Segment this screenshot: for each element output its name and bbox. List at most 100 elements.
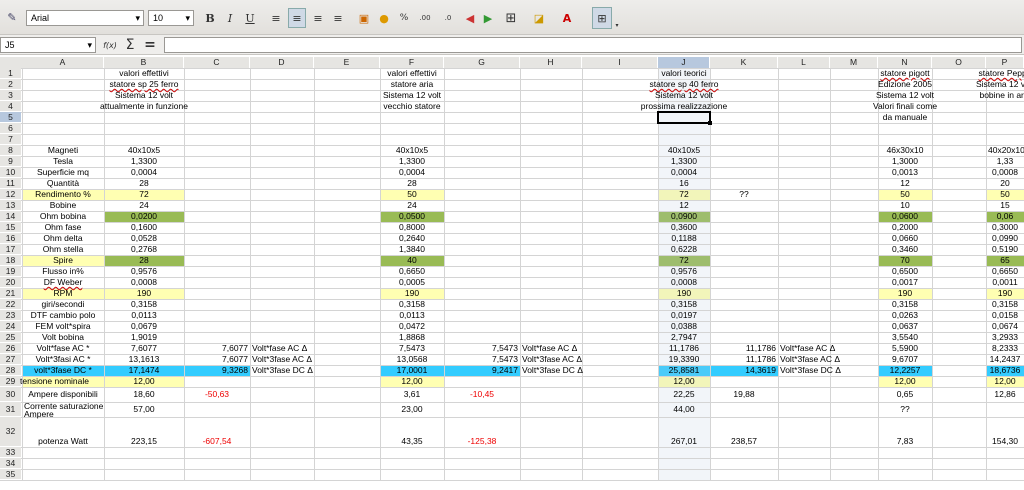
cell[interactable]: 14,2437 bbox=[986, 354, 1024, 365]
cell[interactable]: 0,3158 bbox=[104, 299, 184, 310]
cell[interactable]: 3,2933 bbox=[986, 332, 1024, 343]
styles-icon[interactable]: ✎ bbox=[4, 9, 20, 25]
cell[interactable]: 12,00 bbox=[658, 376, 710, 387]
cell[interactable]: 0,0008 bbox=[986, 167, 1024, 178]
cell[interactable]: 0,2640 bbox=[380, 233, 444, 244]
cell[interactable]: 72 bbox=[104, 189, 184, 200]
cell[interactable]: -125,38 bbox=[444, 436, 520, 447]
cell[interactable]: Volt*fase AC * bbox=[18, 343, 108, 354]
cell[interactable]: DTF cambio polo bbox=[18, 310, 108, 321]
cell[interactable]: potenza Watt bbox=[22, 436, 104, 447]
cell[interactable]: 46x30x10 bbox=[878, 145, 932, 156]
cell[interactable]: 9,2417 bbox=[444, 365, 520, 376]
cell[interactable]: 0,0990 bbox=[986, 233, 1024, 244]
cell[interactable]: 0,1600 bbox=[104, 222, 184, 233]
cell[interactable]: Sistema 12 volt bbox=[352, 90, 472, 101]
cell[interactable]: 0,0011 bbox=[986, 277, 1024, 288]
cell[interactable]: 28 bbox=[380, 178, 444, 189]
cell[interactable]: 3,61 bbox=[380, 389, 444, 400]
cell[interactable]: 12 bbox=[658, 200, 710, 211]
cell[interactable]: 12,86 bbox=[986, 389, 1024, 400]
currency-icon[interactable]: ● bbox=[376, 9, 392, 27]
cell[interactable]: 0,2768 bbox=[104, 244, 184, 255]
cell[interactable]: Ohm fase bbox=[18, 222, 108, 233]
cell[interactable]: 15 bbox=[986, 200, 1024, 211]
decrease-indent-icon[interactable]: ◀ bbox=[462, 9, 478, 27]
delete-decimal-icon[interactable]: .0 bbox=[438, 9, 458, 27]
cell[interactable]: 7,5473 bbox=[380, 343, 444, 354]
background-color-icon[interactable]: ◪ bbox=[530, 9, 548, 27]
cell[interactable]: 0,6500 bbox=[878, 266, 932, 277]
cell[interactable]: 22,25 bbox=[658, 389, 710, 400]
cell[interactable]: 13,1613 bbox=[104, 354, 184, 365]
cell[interactable]: 19,3390 bbox=[658, 354, 710, 365]
cell[interactable]: 25,8581 bbox=[658, 365, 710, 376]
column-header-n[interactable]: N bbox=[878, 57, 931, 68]
cell[interactable]: 5,5900 bbox=[878, 343, 932, 354]
cell[interactable]: 50 bbox=[986, 189, 1024, 200]
cell[interactable]: 1,3300 bbox=[380, 156, 444, 167]
cell[interactable]: 10 bbox=[878, 200, 932, 211]
cell[interactable]: Bobine bbox=[18, 200, 108, 211]
cell[interactable]: 72 bbox=[658, 189, 710, 200]
cell[interactable]: 24 bbox=[380, 200, 444, 211]
cell[interactable]: 0,0528 bbox=[104, 233, 184, 244]
cell[interactable]: 18,60 bbox=[104, 389, 184, 400]
cell[interactable]: 14,3619 bbox=[710, 365, 778, 376]
cell[interactable]: 0,06 bbox=[986, 211, 1024, 222]
cell[interactable]: 1,33 bbox=[986, 156, 1024, 167]
cell[interactable]: 0,1188 bbox=[658, 233, 710, 244]
cell[interactable]: 24 bbox=[104, 200, 184, 211]
cell[interactable]: 19,88 bbox=[710, 389, 778, 400]
cell[interactable]: Ampere bbox=[22, 409, 104, 420]
cell[interactable]: 190 bbox=[986, 288, 1024, 299]
cell[interactable]: 0,65 bbox=[878, 389, 932, 400]
cell[interactable]: 17,0001 bbox=[380, 365, 444, 376]
cell[interactable]: 65 bbox=[986, 255, 1024, 266]
cell[interactable]: Volt*3fase AC Δ bbox=[250, 354, 314, 365]
cell[interactable]: 1,3300 bbox=[104, 156, 184, 167]
cell[interactable]: -607,54 bbox=[184, 436, 250, 447]
cell[interactable]: 8,2333 bbox=[986, 343, 1024, 354]
cell[interactable]: 238,57 bbox=[710, 436, 778, 447]
cell[interactable]: valori teorici bbox=[624, 68, 744, 79]
cell[interactable]: da manuale bbox=[845, 112, 965, 123]
cell[interactable]: 0,8000 bbox=[380, 222, 444, 233]
cell[interactable]: statore sp 40 ferro bbox=[624, 79, 744, 90]
cell[interactable]: 223,15 bbox=[104, 436, 184, 447]
cell[interactable]: Volt*3fase DC Δ bbox=[778, 365, 841, 376]
cell[interactable]: Volt*3fasi AC * bbox=[18, 354, 108, 365]
cell[interactable]: 0,6650 bbox=[986, 266, 1024, 277]
cell[interactable]: Volt*fase AC Δ bbox=[250, 343, 314, 354]
cell[interactable]: 44,00 bbox=[658, 404, 710, 415]
row-header[interactable]: 4 bbox=[0, 101, 21, 111]
cell[interactable]: 28 bbox=[104, 255, 184, 266]
cell[interactable]: RPM bbox=[18, 288, 108, 299]
function-wizard-icon[interactable]: f(x) bbox=[102, 37, 118, 53]
cell[interactable]: 12,00 bbox=[878, 376, 932, 387]
align-center-icon[interactable]: ≡ bbox=[288, 8, 306, 28]
row-header[interactable]: 31 bbox=[0, 402, 21, 416]
cell[interactable]: 0,3000 bbox=[986, 222, 1024, 233]
formula-input[interactable] bbox=[164, 37, 1022, 53]
cell[interactable]: Superficie mq bbox=[18, 167, 108, 178]
cell[interactable]: 190 bbox=[380, 288, 444, 299]
cell[interactable]: 7,5473 bbox=[444, 354, 520, 365]
column-header-a[interactable]: A bbox=[22, 57, 103, 68]
cell[interactable]: bobine in aria bbox=[945, 90, 1024, 101]
cell[interactable]: 0,0674 bbox=[986, 321, 1024, 332]
cell[interactable]: 40x10x5 bbox=[104, 145, 184, 156]
column-header-d[interactable]: D bbox=[250, 57, 313, 68]
row-header[interactable]: 32 bbox=[0, 417, 21, 446]
cell[interactable]: 0,0900 bbox=[658, 211, 710, 222]
cell[interactable]: Volt*3fase DC Δ bbox=[520, 365, 583, 376]
cell[interactable]: 2,7947 bbox=[658, 332, 710, 343]
cell[interactable]: 190 bbox=[658, 288, 710, 299]
cell[interactable]: 40x20x10 bbox=[986, 145, 1024, 156]
cell[interactable]: 12,2257 bbox=[878, 365, 932, 376]
cell[interactable]: 0,3600 bbox=[658, 222, 710, 233]
cell[interactable]: vecchio statore bbox=[352, 101, 472, 112]
font-size-combo[interactable]: 10 ▾ bbox=[148, 10, 194, 26]
cell[interactable]: 13,0568 bbox=[380, 354, 444, 365]
cell[interactable]: statore aria bbox=[352, 79, 472, 90]
